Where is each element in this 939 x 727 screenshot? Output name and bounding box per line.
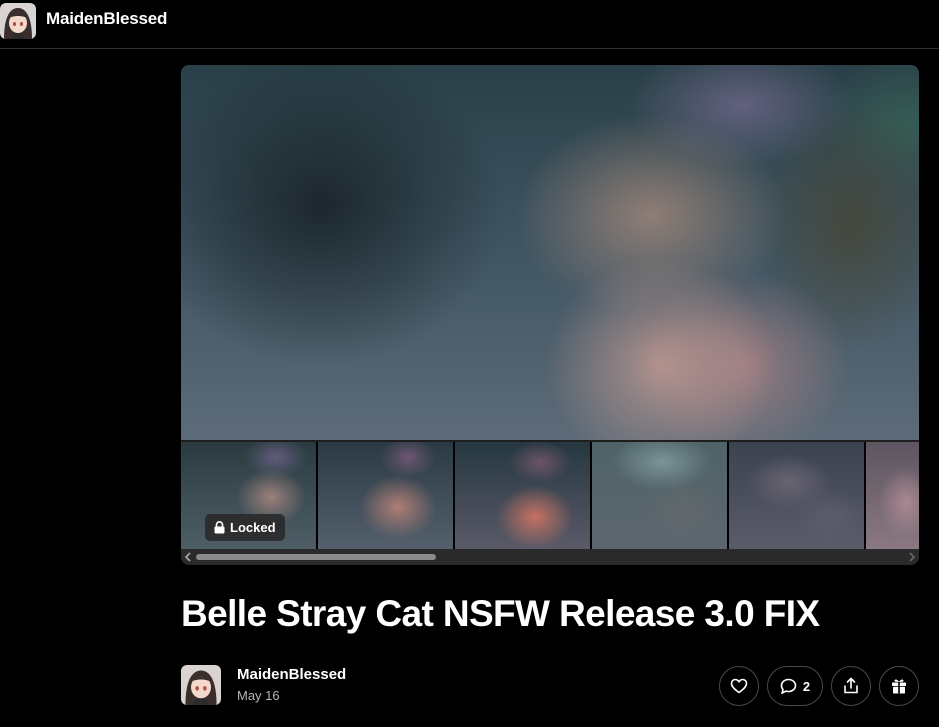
heart-icon [730, 678, 748, 694]
media-carousel: Locked [181, 65, 919, 565]
scroll-right-arrow-icon[interactable] [908, 552, 916, 562]
creator-name[interactable]: MaidenBlessed [46, 9, 167, 29]
comment-icon [780, 678, 797, 694]
thumbnail[interactable] [866, 442, 919, 549]
thumbnail[interactable]: Locked [181, 442, 316, 549]
thumbnail[interactable] [729, 442, 864, 549]
thumbnail-strip: Locked [181, 442, 919, 549]
locked-label: Locked [230, 520, 276, 535]
comment-count: 2 [802, 678, 811, 694]
avatar-image [0, 3, 36, 39]
horizontal-scrollbar[interactable] [181, 549, 919, 565]
scrollbar-thumb[interactable] [196, 554, 436, 560]
share-button[interactable] [831, 666, 871, 706]
creator-avatar[interactable] [0, 3, 36, 39]
author-avatar[interactable] [181, 665, 221, 705]
comment-button[interactable]: 2 [767, 666, 823, 706]
post-title: Belle Stray Cat NSFW Release 3.0 FIX [181, 593, 820, 634]
author-name[interactable]: MaidenBlessed [237, 666, 346, 683]
like-button[interactable] [719, 666, 759, 706]
gift-icon [892, 679, 906, 694]
scroll-left-arrow-icon[interactable] [184, 552, 192, 562]
thumbnail[interactable] [455, 442, 590, 549]
locked-badge: Locked [205, 514, 285, 541]
thumbnail[interactable] [592, 442, 727, 549]
share-icon [844, 677, 858, 694]
main-image-blurred[interactable] [181, 65, 919, 440]
gift-button[interactable] [879, 666, 919, 706]
top-bar: MaidenBlessed [0, 0, 939, 49]
avatar-image [181, 665, 221, 705]
post-date: May 16 [237, 688, 280, 703]
lock-icon [214, 521, 225, 534]
thumbnail[interactable] [318, 442, 453, 549]
